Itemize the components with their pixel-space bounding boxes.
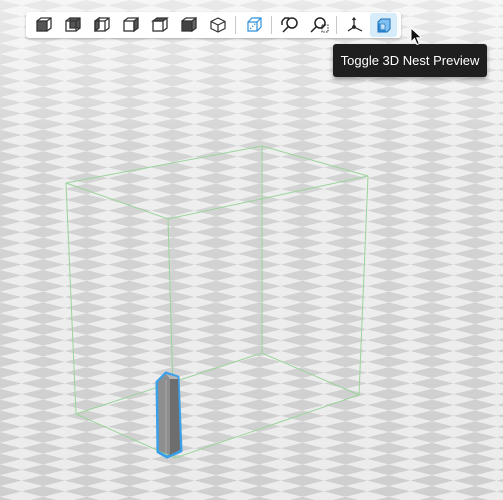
model-part[interactable]: [155, 371, 183, 459]
view-perspective-icon: [246, 17, 262, 32]
toolbar-separator: [271, 16, 272, 34]
view-top-icon: [150, 17, 169, 32]
view-left-icon: [93, 16, 110, 33]
mouse-cursor-icon: [410, 27, 423, 46]
zoom-to-fit-icon: [280, 17, 298, 33]
nest-preview-icon: [377, 18, 390, 33]
view-left-button[interactable]: [88, 13, 115, 37]
view-right-button[interactable]: [117, 13, 144, 37]
view-back-button[interactable]: [59, 13, 86, 37]
zoom-to-fit-button[interactable]: [276, 13, 303, 37]
view-bottom-icon: [180, 16, 197, 33]
nest-preview-button[interactable]: [370, 13, 397, 37]
view-iso-button[interactable]: [204, 13, 231, 37]
zoom-selection-button[interactable]: [305, 13, 332, 37]
view-toolbar: [26, 12, 401, 38]
view-bottom-button[interactable]: [175, 13, 202, 37]
toolbar-separator: [336, 16, 337, 34]
view-right-icon: [122, 16, 139, 33]
view-front-icon: [35, 17, 52, 32]
view-top-button[interactable]: [146, 13, 173, 37]
view-back-icon: [64, 17, 81, 32]
tooltip: Toggle 3D Nest Preview: [333, 44, 487, 77]
zoom-selection-icon: [309, 17, 328, 33]
toolbar-separator: [235, 16, 236, 34]
view-front-button[interactable]: [30, 13, 57, 37]
axes-icon: [347, 17, 362, 32]
axes-button[interactable]: [341, 13, 368, 37]
view-iso-icon: [209, 17, 226, 33]
view-perspective-button[interactable]: [240, 13, 267, 37]
